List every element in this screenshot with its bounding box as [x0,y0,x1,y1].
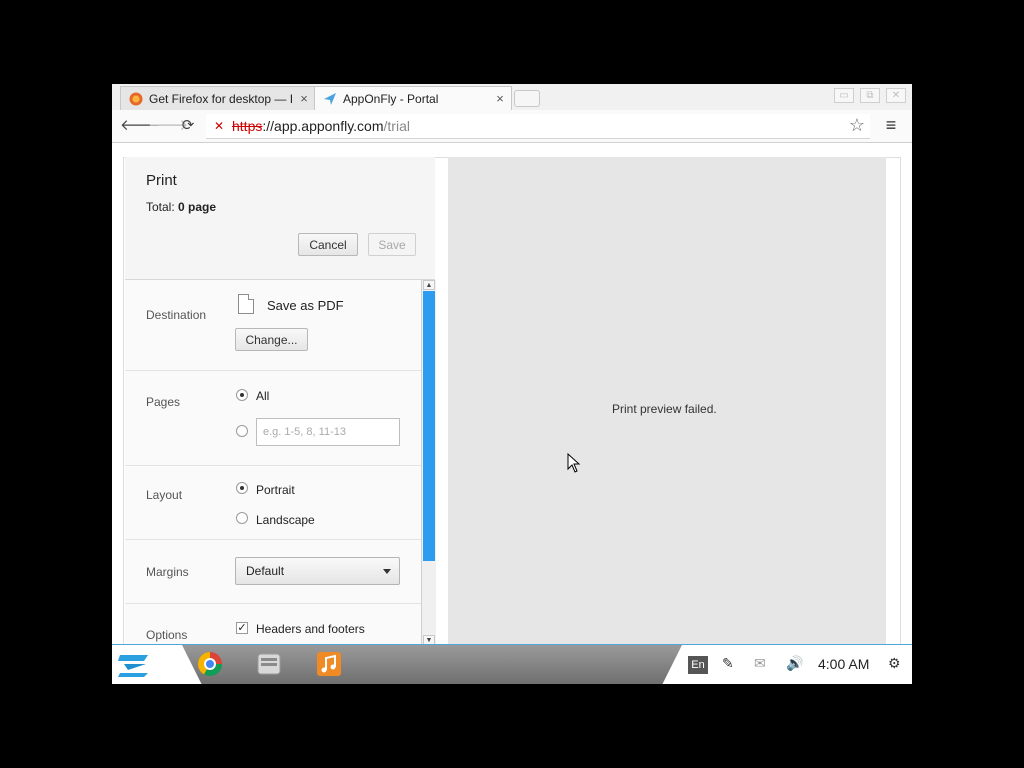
settings-scrollbar[interactable]: ▲ ▼ [421,280,436,645]
print-total: Total: 0 page [146,200,216,214]
cancel-button[interactable]: Cancel [298,233,358,256]
headers-footers-label: Headers and footers [256,622,365,636]
save-button[interactable]: Save [368,233,416,256]
browser-tab-strip: Get Firefox for desktop — I × AppOnFly -… [112,84,912,111]
destination-value: Save as PDF [267,298,344,313]
minimize-icon[interactable]: ▭ [834,88,854,103]
desktop-screen: Get Firefox for desktop — I × AppOnFly -… [112,84,912,684]
apponfly-icon [324,92,336,105]
browser-toolbar: 🡐 🡒 ⟳ ✕ https ://app.apponfly.com /trial… [112,110,912,143]
print-title: Print [146,172,177,189]
clock[interactable]: 4:00 AM [818,656,869,672]
pages-label: Pages [146,395,181,409]
tab-title: Get Firefox for desktop — I [149,91,294,106]
forward-icon[interactable]: 🡒 [148,116,188,136]
menu-icon[interactable]: ≡ [880,114,902,136]
settings-gear-icon[interactable]: ⚙ [888,655,901,672]
firefox-icon [129,92,143,105]
tab-apponfly[interactable]: AppOnFly - Portal × [314,86,512,110]
language-indicator[interactable]: En [688,656,708,674]
pages-section: Pages All e.g. 1-5, 8, 11-13 [125,371,421,466]
volume-icon[interactable]: 🔊 [786,655,803,672]
scroll-up-icon[interactable]: ▲ [423,280,435,290]
pdf-document-icon [238,294,254,314]
portrait-label: Portrait [256,483,295,497]
landscape-radio[interactable] [236,512,248,524]
url-host: ://app.apponfly.com [262,118,384,134]
maximize-icon[interactable]: ⧉ [860,88,880,103]
scrollbar-thumb[interactable] [423,291,435,561]
margins-value: Default [246,564,285,578]
chrome-icon[interactable] [196,650,224,678]
back-icon[interactable]: 🡐 [120,116,160,136]
layout-section: Layout Portrait Landscape [125,466,421,540]
pages-all-radio[interactable] [236,389,248,401]
os-taskbar: En ✎ ✉ 🔊 4:00 AM ⚙ [112,644,912,684]
pages-range-input[interactable]: e.g. 1-5, 8, 11-13 [256,418,400,446]
total-value: 0 page [178,200,217,214]
reload-icon[interactable]: ⟳ [178,116,198,136]
tab-title: AppOnFly - Portal [343,91,439,106]
margins-label: Margins [146,565,189,579]
landscape-label: Landscape [256,513,315,527]
portrait-radio[interactable] [236,482,248,494]
url-path: /trial [383,118,410,134]
close-tab-icon[interactable]: × [493,91,507,106]
mail-icon[interactable]: ✉ [754,655,766,672]
bookmark-star-icon[interactable]: ☆ [846,114,868,136]
url-scheme: https [232,118,263,134]
headers-footers-checkbox[interactable]: ✓ [236,622,248,634]
total-label: Total: [146,200,179,214]
zorin-logo-icon[interactable] [116,651,152,679]
close-window-icon[interactable]: ✕ [886,88,906,103]
print-preview-area: Print preview failed. [448,157,886,684]
options-label: Options [146,628,188,642]
destination-section: Destination Save as PDF Change... [125,280,421,371]
new-tab-button[interactable] [514,90,540,107]
print-settings-panel: Print Total: 0 page Cancel Save Destinat… [125,157,435,677]
network-icon[interactable]: ✎ [722,655,734,672]
music-player-icon[interactable] [315,650,343,678]
change-destination-button[interactable]: Change... [235,328,308,351]
layout-label: Layout [146,488,183,502]
margins-section: Margins Default [125,540,421,604]
address-bar[interactable]: ✕ https ://app.apponfly.com /trial [206,114,870,139]
mouse-cursor-icon [567,453,581,473]
file-manager-icon[interactable] [255,650,283,678]
print-header: Print Total: 0 page Cancel Save [125,157,435,280]
page-content: Print Total: 0 page Cancel Save Destinat… [112,143,912,684]
close-tab-icon[interactable]: × [297,91,311,106]
pages-all-label: All [256,389,270,403]
chevron-down-icon [383,569,391,574]
preview-status: Print preview failed. [612,402,717,416]
tab-firefox[interactable]: Get Firefox for desktop — I × [120,86,316,110]
insecure-lock-icon: ✕ [214,119,225,133]
pages-custom-radio[interactable] [236,425,248,437]
margins-select[interactable]: Default [235,557,400,585]
destination-label: Destination [146,308,207,322]
